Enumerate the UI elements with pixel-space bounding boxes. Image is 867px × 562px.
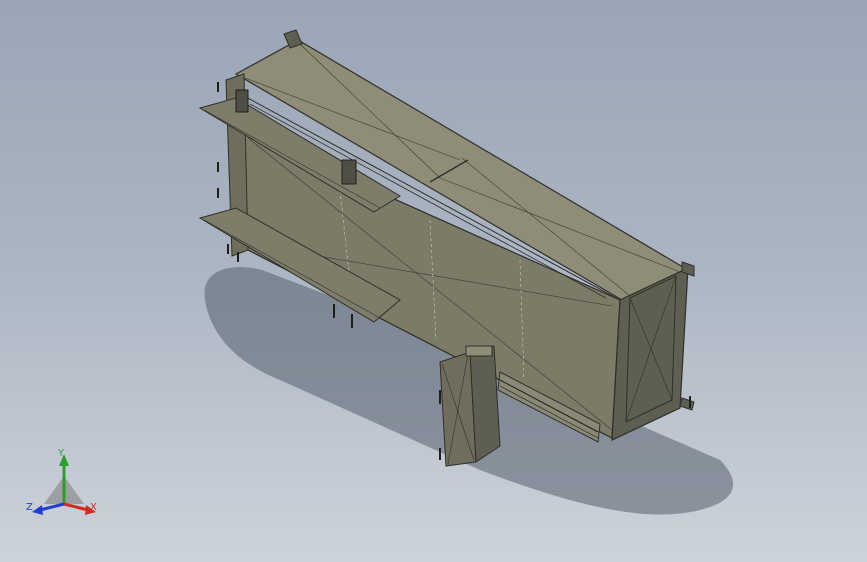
z-axis-label: Z — [26, 502, 33, 513]
z-axis-line — [39, 502, 65, 512]
model-scene[interactable] — [0, 0, 867, 562]
coordinate-triad[interactable]: Y X Z — [22, 446, 112, 526]
y-axis-label: Y — [58, 448, 65, 459]
rail-bracket[interactable] — [341, 159, 357, 185]
rail-bracket[interactable] — [235, 89, 249, 113]
flange-tab — [283, 29, 303, 49]
flange-tab — [679, 397, 695, 411]
3d-viewport[interactable]: Y X Z — [0, 0, 867, 562]
hatch-cap — [465, 345, 493, 357]
x-axis-line — [63, 502, 89, 512]
x-axis-label: X — [90, 502, 97, 513]
z-axis-arrow-icon — [32, 505, 43, 515]
triad-graphic — [32, 454, 96, 515]
